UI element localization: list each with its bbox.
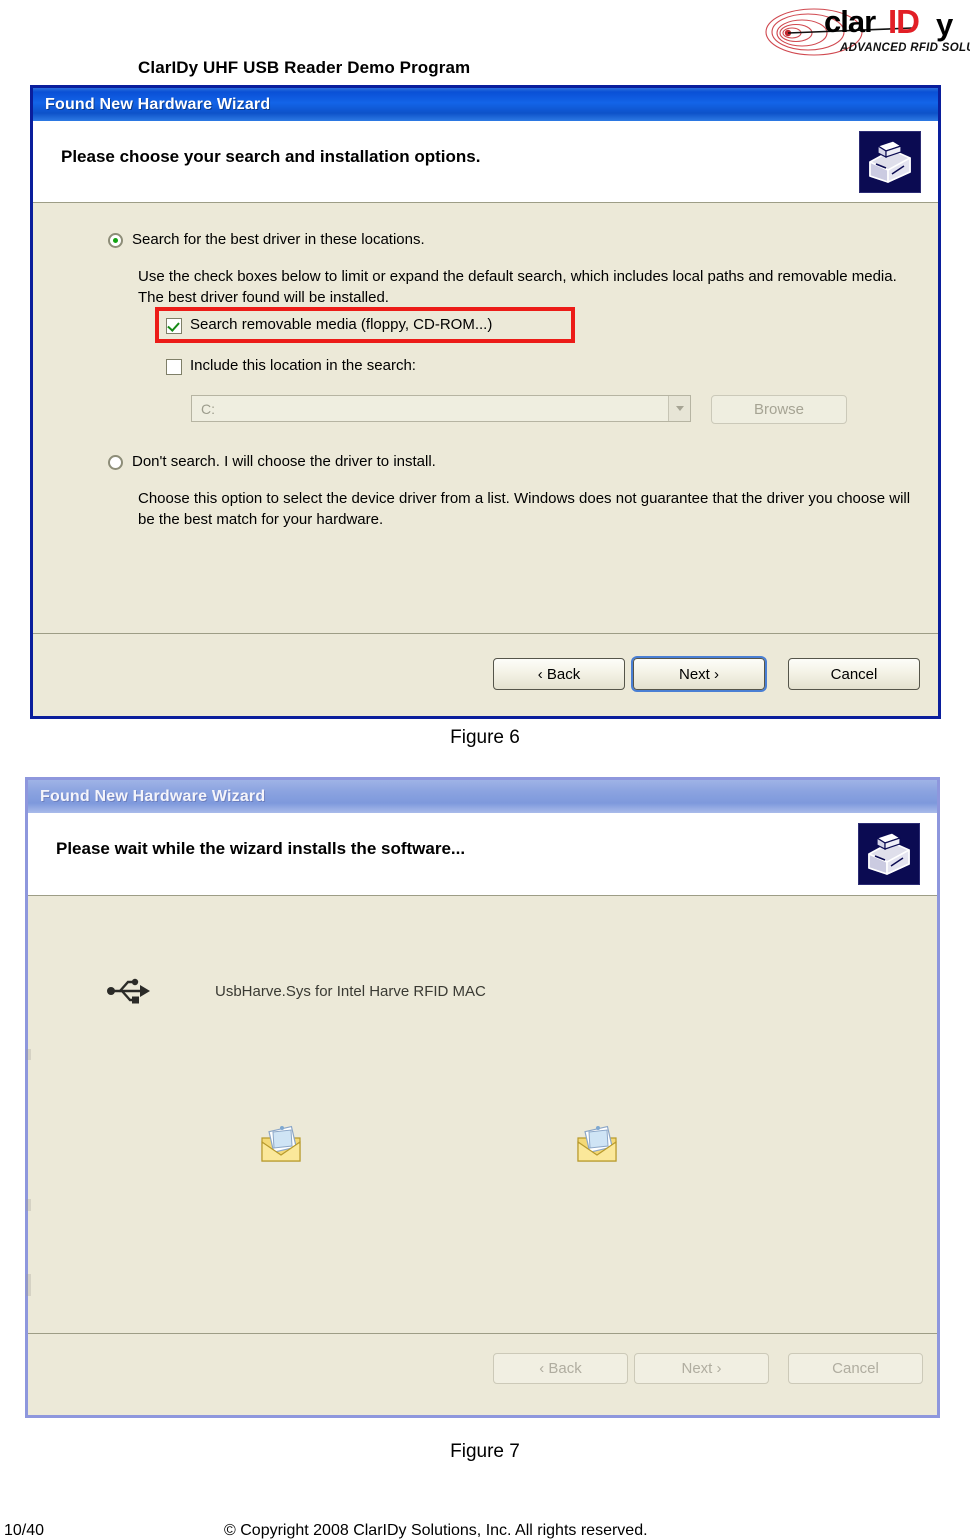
chevron-down-icon[interactable] bbox=[668, 396, 690, 421]
checkbox-label-removable-media: Search removable media (floppy, CD-ROM..… bbox=[190, 316, 493, 333]
copyright-notice: © Copyright 2008 ClarIDy Solutions, Inc.… bbox=[224, 1522, 648, 1539]
titlebar-figure7: Found New Hardware Wizard bbox=[28, 780, 937, 813]
wizard-banner-figure7: Please wait while the wizard installs th… bbox=[28, 813, 937, 896]
wizard-banner-figure6: Please choose your search and installati… bbox=[33, 121, 938, 203]
wizard-body-figure7: UsbHarve.Sys for Intel Harve RFID MAC bbox=[26, 896, 937, 1333]
window-title: Found New Hardware Wizard bbox=[45, 95, 271, 113]
radio-icon-search-best-driver bbox=[108, 233, 123, 248]
svg-text:y: y bbox=[936, 7, 954, 42]
browse-button[interactable]: Browse bbox=[711, 395, 847, 424]
titlebar-figure6: Found New Hardware Wizard bbox=[33, 88, 938, 121]
window-title: Found New Hardware Wizard bbox=[40, 787, 266, 805]
location-path-value: C: bbox=[201, 400, 215, 417]
hardware-wizard-icon bbox=[859, 131, 921, 193]
checkbox-icon-removable-media bbox=[166, 318, 182, 334]
cancel-button[interactable]: Cancel bbox=[788, 658, 920, 690]
figure6-caption: Figure 6 bbox=[450, 727, 520, 748]
radio-dont-search[interactable]: Don't search. I will choose the driver t… bbox=[108, 453, 436, 470]
back-button[interactable]: ‹ Back bbox=[493, 658, 625, 690]
figure7-caption: Figure 7 bbox=[450, 1441, 520, 1462]
cancel-button[interactable]: Cancel bbox=[788, 1353, 923, 1384]
checkbox-label-include-location: Include this location in the search: bbox=[190, 357, 416, 374]
scan-artifact bbox=[26, 1049, 31, 1060]
radio-label-dont-search: Don't search. I will choose the driver t… bbox=[132, 453, 436, 470]
back-button[interactable]: ‹ Back bbox=[493, 1353, 628, 1384]
page-title: ClarIDy UHF USB Reader Demo Program bbox=[138, 58, 471, 77]
copy-source-folder-icon bbox=[258, 1124, 304, 1171]
hardware-wizard-icon bbox=[858, 823, 920, 885]
usb-icon bbox=[106, 974, 152, 1009]
driver-name-label: UsbHarve.Sys for Intel Harve RFID MAC bbox=[215, 983, 486, 1000]
next-button[interactable]: Next › bbox=[631, 656, 767, 692]
wizard-footer-figure6: ‹ Back Next › Cancel bbox=[33, 633, 938, 715]
scan-artifact bbox=[26, 1199, 31, 1211]
claridy-logo: clar ID y ADVANCED RFID SOLUTIONS bbox=[762, 2, 970, 58]
scan-artifact bbox=[26, 1274, 31, 1296]
search-description-text: Use the check boxes below to limit or ex… bbox=[138, 268, 897, 306]
wizard-footer-figure7: ‹ Back Next › Cancel bbox=[28, 1333, 937, 1404]
checkbox-icon-include-location bbox=[166, 359, 182, 375]
location-path-combobox[interactable]: C: bbox=[191, 395, 691, 422]
svg-text:ID: ID bbox=[888, 3, 919, 40]
checkbox-include-location[interactable]: Include this location in the search: bbox=[166, 357, 416, 375]
svg-text:clar: clar bbox=[824, 4, 876, 39]
page-number: 10/40 bbox=[4, 1522, 45, 1539]
radio-label-search-best-driver: Search for the best driver in these loca… bbox=[132, 231, 425, 248]
dont-search-description-text: Choose this option to select the device … bbox=[138, 490, 911, 528]
copy-destination-folder-icon bbox=[574, 1124, 620, 1171]
checkbox-search-removable-media[interactable]: Search removable media (floppy, CD-ROM..… bbox=[166, 316, 492, 334]
next-button[interactable]: Next › bbox=[634, 1353, 769, 1384]
wizard-body-figure6: Search for the best driver in these loca… bbox=[33, 203, 938, 633]
wizard-heading: Please choose your search and installati… bbox=[61, 147, 481, 166]
wizard-heading: Please wait while the wizard installs th… bbox=[56, 839, 466, 858]
radio-search-best-driver[interactable]: Search for the best driver in these loca… bbox=[108, 231, 425, 248]
svg-text:ADVANCED RFID SOLUTIONS: ADVANCED RFID SOLUTIONS bbox=[839, 42, 970, 54]
radio-icon-dont-search bbox=[108, 455, 123, 470]
found-new-hardware-wizard-dialog-1: Found New Hardware Wizard Please choose … bbox=[30, 85, 941, 719]
found-new-hardware-wizard-dialog-2: Found New Hardware Wizard Please wait wh… bbox=[25, 777, 940, 1418]
installing-driver-row: UsbHarve.Sys for Intel Harve RFID MAC bbox=[106, 974, 486, 1009]
